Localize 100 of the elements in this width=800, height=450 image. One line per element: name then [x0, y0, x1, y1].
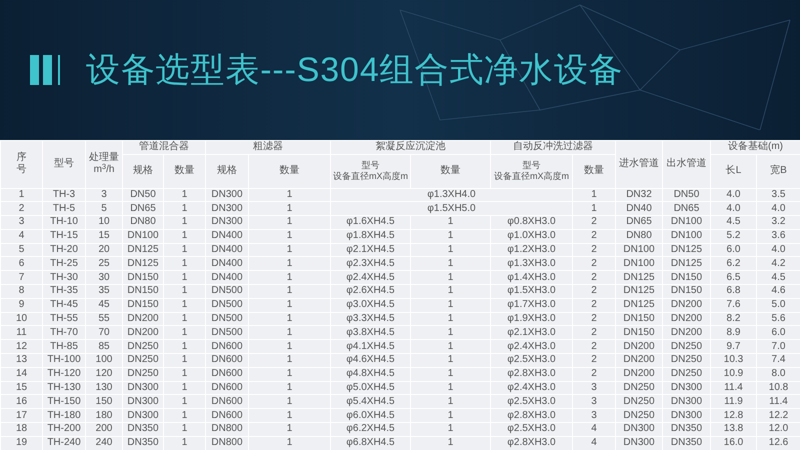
table-cell: 3.5	[756, 188, 800, 202]
table-cell: DN200	[662, 312, 710, 326]
table-cell: 8.0	[756, 367, 800, 382]
table-cell: DN100	[662, 229, 710, 244]
table-cell: 25	[86, 256, 122, 271]
table-cell: 1	[410, 436, 490, 450]
table-cell: 1	[572, 188, 616, 202]
table-cell: 1	[248, 216, 330, 230]
table-cell: DN350	[662, 436, 710, 450]
table-cell: φ2.3XH4.5	[330, 256, 410, 271]
table-cell: 70	[86, 326, 122, 340]
table-cell: 1	[248, 284, 330, 298]
table-cell: 12.2	[756, 408, 800, 423]
table-cell: DN300	[206, 202, 248, 216]
table-cell: φ1.8XH4.5	[330, 229, 410, 244]
table-cell: 2	[572, 354, 616, 368]
table-cell: TH-35	[42, 284, 86, 298]
table-cell: DN150	[616, 312, 662, 326]
table-cell: 12.0	[756, 422, 800, 436]
table-cell: TH-25	[42, 256, 86, 271]
table-cell: DN40	[616, 202, 662, 216]
column-group-header: 设备基础(m)	[710, 140, 800, 154]
table-cell: 1	[248, 312, 330, 326]
table-cell: DN300	[206, 188, 248, 202]
table-cell: DN250	[616, 408, 662, 423]
column-header: 进水管道	[616, 140, 662, 188]
table-cell: DN100	[616, 256, 662, 271]
table-cell: DN300	[122, 408, 164, 423]
table-cell: 2	[572, 270, 616, 285]
table-cell: φ1.6XH4.5	[330, 216, 410, 230]
table-cell: 1	[410, 367, 490, 382]
table-cell: 1	[248, 408, 330, 423]
table-cell: 1	[572, 202, 616, 216]
table-cell: 1	[164, 394, 206, 409]
table-cell: φ6.8XH4.5	[330, 436, 410, 450]
table-cell: φ2.8XH3.0	[490, 408, 572, 423]
table-cell: φ1.5XH3.0	[490, 284, 572, 298]
table-cell: 1	[410, 340, 490, 354]
table-cell: 3	[572, 408, 616, 423]
table-cell: DN300	[616, 436, 662, 450]
table-cell: 4.6	[756, 284, 800, 298]
table-cell: 10.8	[756, 381, 800, 395]
table-cell: 12.6	[756, 436, 800, 450]
table-cell: DN300	[122, 394, 164, 409]
table-cell: 17	[0, 408, 42, 423]
table-cell: 3	[86, 188, 122, 202]
table-cell: 45	[86, 298, 122, 312]
table-cell: 85	[86, 340, 122, 354]
table-cell: 12.8	[710, 408, 756, 423]
table-cell: TH-150	[42, 394, 86, 409]
table-cell: 4.2	[756, 256, 800, 271]
table-cell: DN200	[662, 326, 710, 340]
table-cell: 10	[0, 312, 42, 326]
table-cell: 1	[164, 188, 206, 202]
table-cell: φ4.8XH4.5	[330, 367, 410, 382]
table-cell: 15	[86, 229, 122, 244]
table-cell: 4	[572, 422, 616, 436]
table-cell: 6.0	[710, 243, 756, 257]
column-header: 数量	[248, 154, 330, 188]
table-cell: DN600	[206, 408, 248, 423]
table-cell: DN600	[206, 367, 248, 382]
table-cell: 5	[0, 243, 42, 257]
table-cell: DN300	[122, 381, 164, 395]
table-cell: DN65	[122, 202, 164, 216]
table-cell: 1	[248, 340, 330, 354]
table-cell: 1	[248, 326, 330, 340]
table-cell: 5.6	[756, 312, 800, 326]
table-cell: φ6.2XH4.5	[330, 422, 410, 436]
table-cell: 4.0	[756, 243, 800, 257]
column-header: 设备直径mX高度m	[493, 171, 570, 182]
table-cell: φ2.8XH3.0	[490, 367, 572, 382]
table-cell: DN200	[122, 326, 164, 340]
table-cell: 150	[86, 394, 122, 409]
table-cell: DN250	[662, 340, 710, 354]
table-cell: TH-240	[42, 436, 86, 450]
table-cell: φ2.4XH3.0	[490, 381, 572, 395]
table-cell: 1	[410, 270, 490, 285]
table-cell: 16	[0, 394, 42, 409]
table-cell: 7.6	[710, 298, 756, 312]
table-cell: 2	[0, 202, 42, 216]
table-cell: 130	[86, 381, 122, 395]
column-header: 处理量 m$^{3}$/h	[86, 140, 122, 188]
table-cell: 1	[410, 298, 490, 312]
table-cell: TH-45	[42, 298, 86, 312]
table-cell: TH-30	[42, 270, 86, 285]
table-cell: 3.2	[756, 216, 800, 230]
table-cell: DN65	[616, 216, 662, 230]
table-cell: φ1.7XH3.0	[490, 298, 572, 312]
table-cell: 11.4	[710, 381, 756, 395]
table-cell: 14	[0, 367, 42, 382]
table-cell: 120	[86, 367, 122, 382]
table-cell: φ4.1XH4.5	[330, 340, 410, 354]
table-cell: 1	[164, 256, 206, 271]
table-cell: 180	[86, 408, 122, 423]
table-cell: 1	[164, 340, 206, 354]
table-cell: DN80	[616, 229, 662, 244]
table-cell: DN150	[122, 284, 164, 298]
table-cell: DN600	[206, 340, 248, 354]
table-cell: φ1.3XH3.0	[490, 256, 572, 271]
table-cell: DN100	[122, 229, 164, 244]
